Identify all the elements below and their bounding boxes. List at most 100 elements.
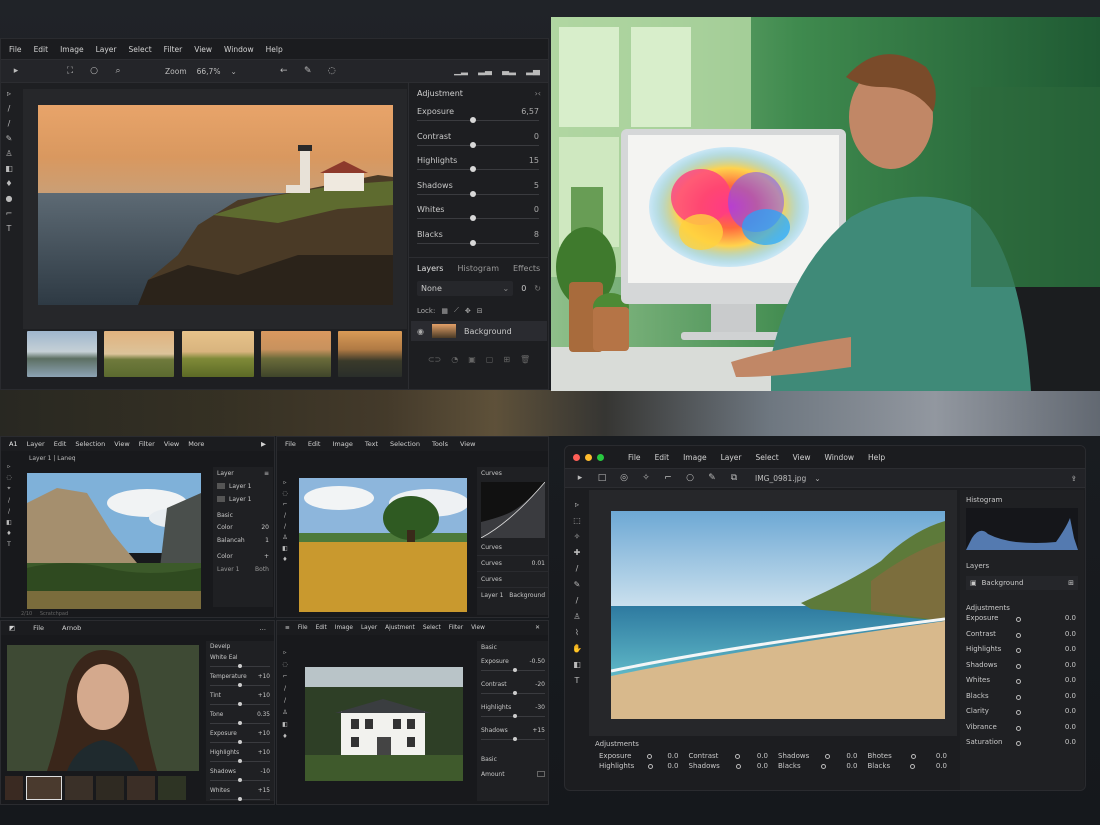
layer-row-background[interactable]: ◉ Background xyxy=(411,321,547,341)
basic-value[interactable]: 20 xyxy=(261,524,269,531)
bottom-adjustment-value[interactable]: 0.0 xyxy=(936,752,947,760)
menu-item-help[interactable]: Help xyxy=(266,45,283,54)
menu-item-filter[interactable]: Filter xyxy=(164,45,183,54)
layer-row-background[interactable]: ▣ Background ⊞ xyxy=(966,576,1078,590)
filmstrip-thumb-5[interactable] xyxy=(338,331,402,377)
chevron-down-icon[interactable]: ⌄ xyxy=(814,474,820,483)
refresh-icon[interactable]: ↻ xyxy=(534,284,541,293)
transform-icon[interactable]: ⛶ xyxy=(63,64,77,78)
stamp-tool-icon[interactable]: ♙ xyxy=(5,149,12,158)
pencil-tool-icon[interactable]: ✎ xyxy=(574,580,581,589)
pencil-tool-icon[interactable]: / xyxy=(284,523,286,530)
lasso-2-icon[interactable]: ○ xyxy=(683,471,697,485)
adjustment-value[interactable]: 0.0 xyxy=(1065,630,1076,638)
menu-icon[interactable]: ≡ xyxy=(264,470,269,477)
close-window-button[interactable] xyxy=(573,453,580,461)
histogram-icon-4[interactable]: ▂▄ xyxy=(526,64,540,78)
develop-slider-handle[interactable] xyxy=(238,702,242,706)
adjustment-value[interactable]: 5 xyxy=(534,181,539,190)
filmstrip-thumb-2[interactable] xyxy=(104,331,174,377)
menu-item-edit[interactable]: Edit xyxy=(316,625,327,631)
house-photo[interactable] xyxy=(305,667,463,781)
menu-item-layer[interactable]: Layer xyxy=(27,440,45,448)
menu-item-arnob[interactable]: Arnob xyxy=(62,624,81,632)
beach-photo[interactable] xyxy=(611,511,945,719)
menu-item-view[interactable]: View xyxy=(164,440,179,448)
menu-item-image[interactable]: Image xyxy=(683,453,707,462)
basic-slider-handle[interactable] xyxy=(513,691,517,695)
bottom-adjustment-value[interactable]: 0.0 xyxy=(936,762,947,770)
layer-row[interactable]: Layer 1 xyxy=(213,480,273,493)
lasso-tool-icon[interactable]: ◌ xyxy=(282,661,287,668)
fx-icon[interactable]: ◔ xyxy=(451,355,458,364)
menu-item-text[interactable]: Text xyxy=(365,440,378,448)
menu-item-image[interactable]: Image xyxy=(335,625,353,631)
text-tool-icon[interactable]: T xyxy=(7,541,11,548)
histogram-icon-2[interactable]: ▂▃ xyxy=(478,64,492,78)
move-tool-icon[interactable]: ▹ xyxy=(7,463,10,470)
minimize-window-button[interactable] xyxy=(585,453,592,461)
lock-brush-icon[interactable]: ⟋ xyxy=(454,306,459,315)
menu-item-file[interactable]: File xyxy=(628,453,641,462)
chevron-down-icon[interactable]: ⌄ xyxy=(230,67,236,76)
filmstrip-thumb-4[interactable] xyxy=(261,331,331,377)
back-arrow-icon[interactable]: ← xyxy=(277,64,291,78)
lock-move-icon[interactable]: ✥ xyxy=(465,307,471,315)
menu-item-help[interactable]: Help xyxy=(868,453,885,462)
grid-icon[interactable]: ◩ xyxy=(9,624,15,632)
menu-item-select[interactable]: Select xyxy=(129,45,152,54)
adjustment-value[interactable]: 0.0 xyxy=(1065,614,1076,622)
basic-value[interactable]: 1 xyxy=(265,537,269,544)
filmstrip-thumb-1[interactable] xyxy=(27,331,97,377)
menu-item-file[interactable]: File xyxy=(33,624,44,632)
amount-box[interactable] xyxy=(537,771,545,777)
lock-all-icon[interactable]: ⊟ xyxy=(477,307,483,315)
move-tool-icon[interactable]: ▹ xyxy=(283,479,286,486)
record-icon[interactable]: ◌ xyxy=(325,64,339,78)
duplicate-icon[interactable]: ⧉ xyxy=(727,471,741,485)
menu-item-file[interactable]: File xyxy=(298,625,308,631)
menu-item-filter[interactable]: Filter xyxy=(449,625,463,631)
adjustment-value[interactable]: 0.0 xyxy=(1065,738,1076,746)
mountain-photo[interactable] xyxy=(27,473,201,609)
adjustment-slider-handle[interactable] xyxy=(469,117,476,123)
zoom-window-button[interactable] xyxy=(597,453,604,461)
film-thumb[interactable] xyxy=(127,776,155,800)
fill-tool-icon[interactable]: ♦ xyxy=(282,733,287,740)
develop-value[interactable]: -10 xyxy=(261,769,270,775)
pencil-tool-icon[interactable]: / xyxy=(8,119,11,128)
arrow-icon[interactable]: ▸ xyxy=(9,64,23,78)
develop-value[interactable]: +10 xyxy=(258,693,270,699)
adjustment-value[interactable]: 0 xyxy=(534,132,539,141)
adjustment-slider-handle[interactable] xyxy=(1016,679,1021,684)
menu-item-file[interactable]: File xyxy=(9,45,22,54)
menu-item-view[interactable]: View xyxy=(460,440,475,448)
move-tool-icon[interactable]: ▹ xyxy=(283,649,286,656)
develop-slider-handle[interactable] xyxy=(238,721,242,725)
film-thumb[interactable] xyxy=(158,776,186,800)
ellipse-icon[interactable]: ○ xyxy=(87,64,101,78)
menu-item-ajustment[interactable]: Ajustment xyxy=(385,625,415,631)
blend-mode-select[interactable]: None ⌄ xyxy=(417,281,514,296)
histogram-icon-1[interactable]: ▁▂ xyxy=(454,64,468,78)
file-name[interactable]: IMG_0981.jpg xyxy=(755,474,806,483)
menu-item-more[interactable]: More xyxy=(188,440,204,448)
bottom-adjustment-value[interactable]: 0.0 xyxy=(757,762,768,770)
adjustment-slider-handle[interactable] xyxy=(1016,663,1021,669)
tab-effects[interactable]: Effects xyxy=(513,264,540,273)
menu-item-window[interactable]: Window xyxy=(824,453,854,462)
stamp-tool-icon[interactable]: ♙ xyxy=(282,534,287,541)
basic-slider-handle[interactable] xyxy=(513,737,517,741)
brush-tool-icon[interactable]: / xyxy=(8,104,11,113)
adjustment-slider-track[interactable] xyxy=(417,120,539,121)
basic-slider-handle[interactable] xyxy=(513,714,517,718)
eyedropper-2-icon[interactable]: ⌇ xyxy=(575,628,579,637)
play-icon[interactable]: ▶ xyxy=(261,440,266,448)
curves-graph[interactable] xyxy=(481,482,545,538)
tree-field-photo[interactable] xyxy=(299,478,467,612)
mask-icon[interactable]: ▣ xyxy=(468,355,476,364)
text-tool-icon[interactable]: T xyxy=(7,224,12,233)
adjustment-value[interactable]: 0.0 xyxy=(1065,661,1076,669)
opacity-value[interactable]: 0 xyxy=(521,284,526,293)
develop-value[interactable]: +10 xyxy=(258,731,270,737)
